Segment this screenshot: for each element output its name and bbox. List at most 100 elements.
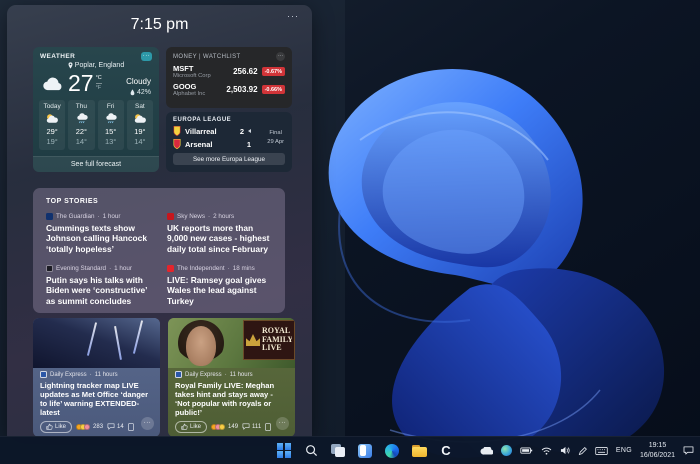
save-button[interactable] xyxy=(128,423,134,431)
search-button[interactable] xyxy=(303,443,319,459)
news-card-lightning[interactable]: Daily Express · 11 hours Lightning track… xyxy=(33,318,160,437)
partly-sunny-icon xyxy=(39,112,65,125)
news-card-royal-family[interactable]: ROYAL FAMILY LIVE Daily Express · 11 hou… xyxy=(168,318,295,437)
folder-icon xyxy=(412,445,427,457)
top-stories-title: TOP STORIES xyxy=(46,198,272,205)
search-icon xyxy=(305,444,318,457)
widgets-row: WEATHER ··· Poplar, England 27 °C xyxy=(33,47,292,172)
forecast-row: Today 29° 19° Thu 22° 14° xyxy=(33,97,159,150)
panel-more-icon[interactable]: ··· xyxy=(287,11,299,21)
rain-icon xyxy=(98,112,124,125)
volume-icon[interactable] xyxy=(560,446,570,455)
see-full-forecast-link[interactable]: See full forecast xyxy=(33,156,159,172)
weather-widget[interactable]: WEATHER ··· Poplar, England 27 °C xyxy=(33,47,159,172)
daily-express-logo-icon xyxy=(40,371,47,378)
celsius-toggle[interactable]: °C xyxy=(96,75,102,84)
card-more-icon[interactable]: ··· xyxy=(276,417,289,430)
change-badge: -0.67% xyxy=(262,67,285,76)
save-icon xyxy=(128,423,134,431)
thumbs-up-icon xyxy=(181,423,188,430)
weather-condition: Cloudy xyxy=(126,77,151,86)
partly-sunny-icon xyxy=(127,112,153,125)
reactions-count[interactable]: 149 xyxy=(211,424,238,430)
villarreal-crest-icon xyxy=(173,126,181,136)
guardian-favicon-icon xyxy=(46,213,53,220)
pen-icon[interactable] xyxy=(578,446,587,455)
current-temperature: 27 xyxy=(68,72,94,95)
reaction-emoji-icon xyxy=(84,424,90,430)
like-button[interactable]: Like xyxy=(175,421,207,433)
taskbar: C ENG 19:15 16/ xyxy=(0,436,700,464)
royal-family-live-badge: ROYAL FAMILY LIVE xyxy=(243,320,295,360)
forecast-day[interactable]: Thu 22° 14° xyxy=(68,100,94,150)
cloud-icon xyxy=(41,76,64,91)
money-watchlist-widget[interactable]: MONEY | WATCHLIST ··· MSFT Microsoft Cor… xyxy=(166,47,292,108)
onedrive-cloud-icon[interactable] xyxy=(480,447,493,455)
comments-button[interactable]: 14 xyxy=(107,423,124,430)
edge-icon xyxy=(385,444,399,458)
panel-clock: 7:15 pm xyxy=(7,5,312,34)
weather-title: WEATHER xyxy=(40,53,75,60)
see-more-europa-league-link[interactable]: See more Europa League xyxy=(173,153,285,165)
tray-app-icon[interactable] xyxy=(501,445,512,456)
forecast-day[interactable]: Sat 19° 14° xyxy=(127,100,153,150)
money-more-icon[interactable]: ··· xyxy=(276,52,285,61)
fahrenheit-toggle[interactable]: °F xyxy=(96,84,102,92)
battery-icon[interactable] xyxy=(520,447,533,454)
crown-icon xyxy=(246,334,260,346)
story-item[interactable]: The Guardian · 1 hour Cummings texts sho… xyxy=(46,213,151,254)
like-button[interactable]: Like xyxy=(40,421,72,433)
card-more-icon[interactable]: ··· xyxy=(141,417,154,430)
windows-logo-icon xyxy=(277,443,292,458)
thumbs-up-icon xyxy=(46,423,53,430)
reaction-emoji-icon xyxy=(219,424,225,430)
evening-standard-favicon-icon xyxy=(46,265,53,272)
story-item[interactable]: Evening Standard · 1 hour Putin says his… xyxy=(46,265,151,306)
sports-title: EUROPA LEAGUE xyxy=(173,117,285,123)
touch-keyboard-icon[interactable] xyxy=(595,447,608,455)
story-item[interactable]: The Independent · 18 mins LIVE: Ramsey g… xyxy=(167,265,272,306)
top-stories-card: TOP STORIES The Guardian · 1 hour Cummin… xyxy=(33,188,285,313)
location-pin-icon xyxy=(68,62,73,69)
forecast-day[interactable]: Today 29° 19° xyxy=(39,100,65,150)
match-status: Final 29 Apr xyxy=(267,129,284,148)
widgets-icon xyxy=(358,444,372,458)
desktop: 7:15 pm ··· WEATHER ··· Poplar, England xyxy=(0,0,700,464)
meghan-photo: ROYAL FAMILY LIVE xyxy=(168,318,295,368)
start-button[interactable] xyxy=(276,443,292,459)
daily-express-logo-icon xyxy=(175,371,182,378)
change-badge: -0.66% xyxy=(262,85,285,94)
independent-favicon-icon xyxy=(167,265,174,272)
edge-browser-button[interactable] xyxy=(384,443,400,459)
forecast-day[interactable]: Fri 15° 13° xyxy=(98,100,124,150)
taskbar-clock[interactable]: 19:15 16/06/2021 xyxy=(640,441,675,460)
file-explorer-button[interactable] xyxy=(411,443,427,459)
stock-row[interactable]: GOOG Alphabet Inc 2,503.92 -0.66% xyxy=(173,83,285,98)
comment-icon xyxy=(242,423,250,430)
c-app-button[interactable]: C xyxy=(438,443,454,459)
notifications-icon[interactable] xyxy=(683,446,694,455)
droplet-icon xyxy=(130,89,135,96)
widgets-panel: 7:15 pm ··· WEATHER ··· Poplar, England xyxy=(7,5,312,437)
language-indicator[interactable]: ENG xyxy=(616,447,632,454)
weather-location: Poplar, England xyxy=(33,62,159,69)
weather-more-icon[interactable]: ··· xyxy=(141,52,152,61)
comments-button[interactable]: 111 xyxy=(242,423,261,430)
save-icon xyxy=(265,423,271,431)
money-title: MONEY | WATCHLIST xyxy=(173,54,241,60)
wifi-icon[interactable] xyxy=(541,447,552,455)
precipitation-value: 42% xyxy=(137,89,151,96)
arsenal-crest-icon xyxy=(173,139,181,149)
lightning-photo xyxy=(33,318,160,368)
widgets-button[interactable] xyxy=(357,443,373,459)
stock-row[interactable]: MSFT Microsoft Corp 256.62 -0.67% xyxy=(173,65,285,80)
sky-news-favicon-icon xyxy=(167,213,174,220)
europa-league-widget[interactable]: EUROPA LEAGUE Villarreal 2 Arsenal xyxy=(166,112,292,172)
task-view-button[interactable] xyxy=(330,443,346,459)
reactions-count[interactable]: 283 xyxy=(76,424,103,430)
winner-indicator-icon xyxy=(248,129,251,133)
task-view-icon xyxy=(331,444,345,457)
save-button[interactable] xyxy=(265,423,271,431)
story-item[interactable]: Sky News · 2 hours UK reports more than … xyxy=(167,213,272,254)
comment-icon xyxy=(107,423,115,430)
